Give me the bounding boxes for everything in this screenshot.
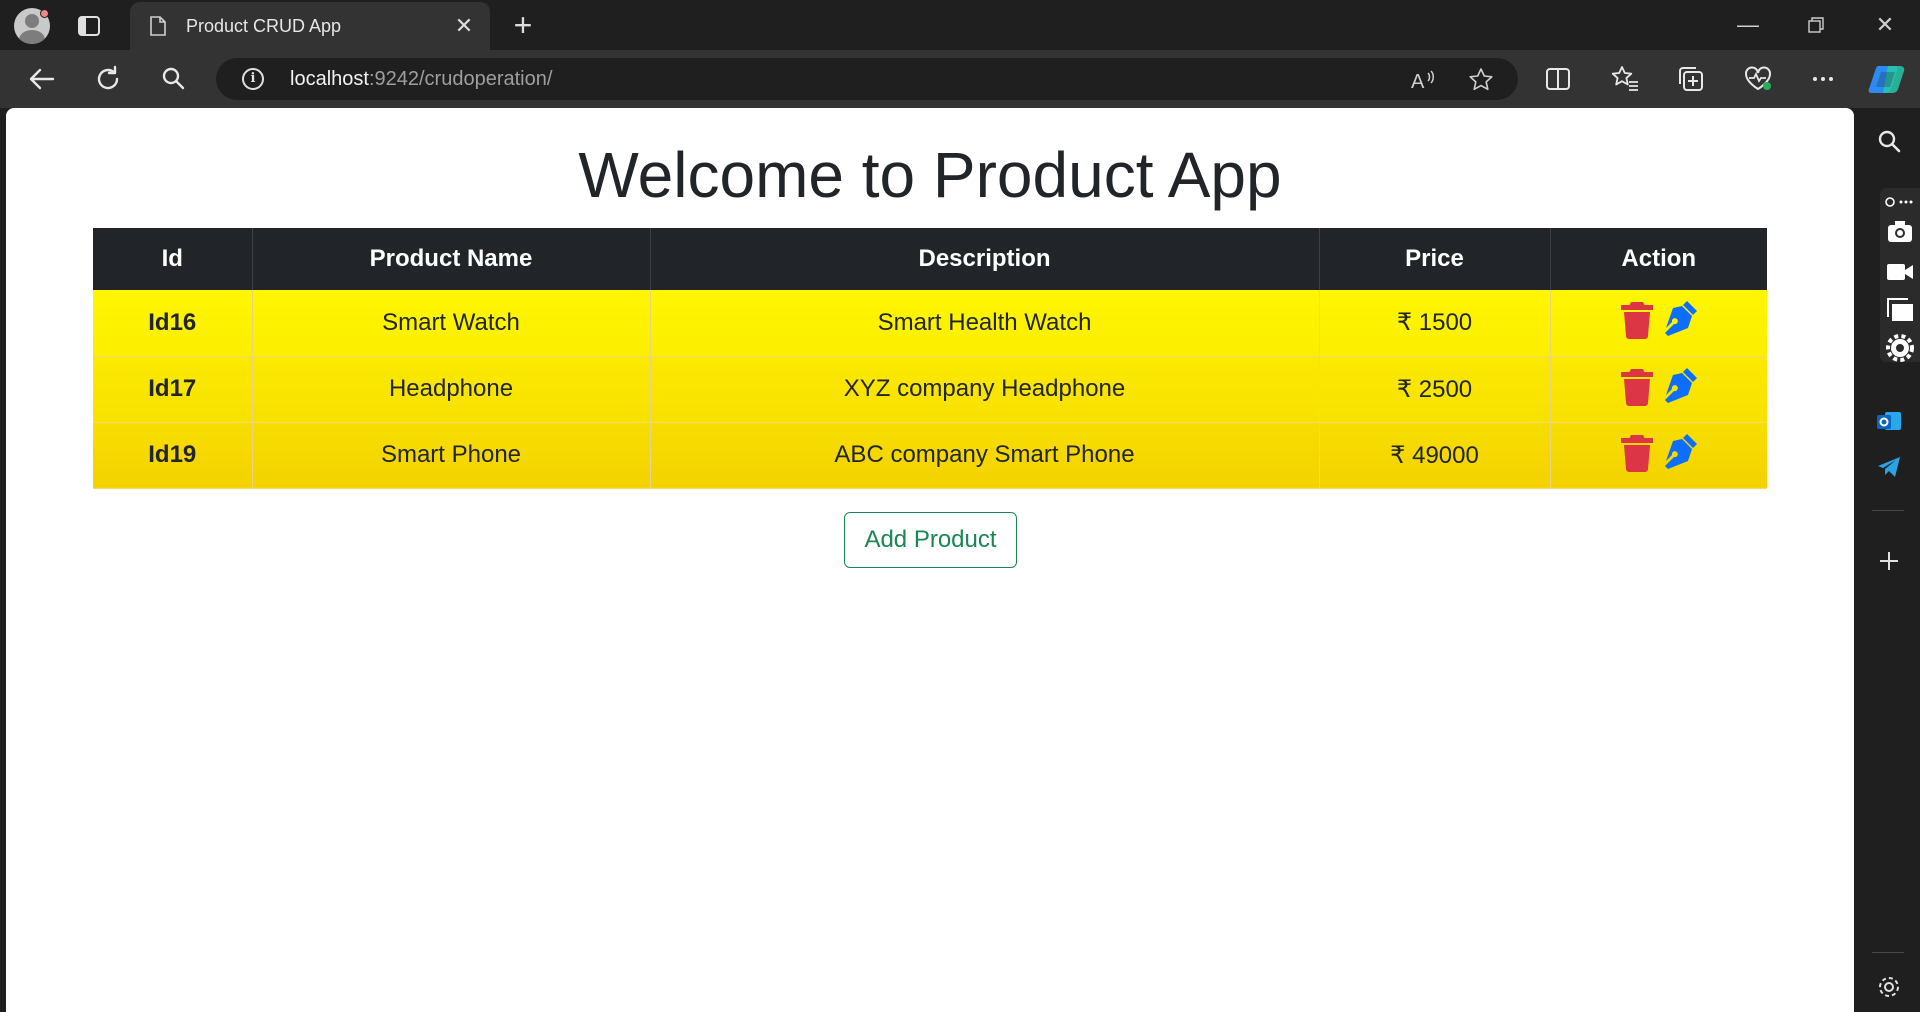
favorite-star-icon[interactable] bbox=[1468, 67, 1494, 93]
minimize-icon[interactable]: — bbox=[1733, 10, 1763, 40]
capture-settings-icon[interactable] bbox=[1886, 334, 1914, 362]
tab-close-icon[interactable]: ✕ bbox=[452, 14, 476, 38]
delete-trash-icon[interactable] bbox=[1619, 299, 1655, 340]
browser-toolbar: i localhost:9242/crudoperation/ A bbox=[0, 50, 1920, 108]
cell-price: ₹ 1500 bbox=[1319, 290, 1551, 357]
edit-pen-nib-icon[interactable] bbox=[1663, 432, 1699, 472]
cell-price: ₹ 2500 bbox=[1319, 356, 1551, 423]
window-capture-icon[interactable] bbox=[1886, 296, 1914, 324]
back-icon[interactable] bbox=[27, 64, 57, 94]
col-header-description: Description bbox=[650, 228, 1320, 290]
svg-text:A: A bbox=[1411, 71, 1425, 93]
sidebar-divider-bottom bbox=[1872, 952, 1904, 953]
col-header-product-name: Product Name bbox=[252, 228, 651, 290]
collections-icon[interactable] bbox=[1676, 64, 1706, 94]
tab-actions-icon[interactable] bbox=[76, 13, 102, 39]
table-header-row: Id Product Name Description Price Action bbox=[93, 228, 1767, 290]
link-more-icon[interactable] bbox=[1884, 194, 1914, 214]
site-info-icon[interactable]: i bbox=[242, 68, 264, 90]
screen-capture-toolbar bbox=[1880, 188, 1920, 362]
add-product-button[interactable]: Add Product bbox=[844, 512, 1017, 568]
sidebar-search-icon[interactable] bbox=[1876, 128, 1902, 154]
table-row: Id16 Smart Watch Smart Health Watch ₹ 15… bbox=[93, 290, 1767, 357]
browser-tab-strip: Product CRUD App ✕ + — ✕ bbox=[0, 0, 1920, 50]
url-text[interactable]: localhost:9242/crudoperation/ bbox=[290, 68, 552, 91]
camera-icon[interactable] bbox=[1886, 218, 1914, 246]
table-row: Id17 Headphone XYZ company Headphone ₹ 2… bbox=[93, 356, 1767, 423]
delete-trash-icon[interactable] bbox=[1619, 432, 1655, 472]
cell-product-name: Smart Phone bbox=[252, 422, 651, 489]
page-icon bbox=[150, 16, 166, 36]
page-viewport: Welcome to Product App Id Product Name D… bbox=[6, 108, 1854, 1012]
page-title: Welcome to Product App bbox=[578, 139, 1282, 211]
tab-title: Product CRUD App bbox=[186, 16, 342, 36]
cell-id: Id17 bbox=[93, 356, 253, 423]
sidebar-divider bbox=[1872, 510, 1904, 511]
table-row: Id19 Smart Phone ABC company Smart Phone… bbox=[93, 422, 1767, 489]
cell-description: ABC company Smart Phone bbox=[650, 422, 1320, 489]
cell-id: Id16 bbox=[93, 290, 253, 357]
col-header-price: Price bbox=[1319, 228, 1551, 290]
profile-notification-dot bbox=[40, 9, 49, 18]
address-bar[interactable]: i localhost:9242/crudoperation/ A bbox=[216, 58, 1518, 100]
telegram-icon[interactable] bbox=[1876, 454, 1902, 480]
read-aloud-icon[interactable]: A bbox=[1410, 67, 1436, 93]
video-record-icon[interactable] bbox=[1886, 258, 1914, 286]
cell-description: XYZ company Headphone bbox=[650, 356, 1320, 423]
search-icon[interactable] bbox=[159, 64, 189, 94]
outlook-icon[interactable] bbox=[1876, 408, 1902, 434]
edit-pen-nib-icon[interactable] bbox=[1663, 299, 1699, 339]
cell-action bbox=[1550, 356, 1767, 423]
browser-essentials-icon[interactable] bbox=[1743, 64, 1773, 94]
active-tab[interactable]: Product CRUD App ✕ bbox=[130, 2, 490, 50]
cell-id: Id19 bbox=[93, 422, 253, 489]
refresh-icon[interactable] bbox=[93, 64, 123, 94]
new-tab-icon[interactable]: + bbox=[508, 9, 538, 41]
url-host: localhost bbox=[290, 68, 369, 90]
col-header-id: Id bbox=[93, 228, 253, 290]
favorites-icon[interactable] bbox=[1610, 64, 1640, 94]
close-window-icon[interactable]: ✕ bbox=[1870, 10, 1900, 40]
cell-product-name: Smart Watch bbox=[252, 290, 651, 357]
restore-icon[interactable] bbox=[1801, 10, 1831, 40]
cell-description: Smart Health Watch bbox=[650, 290, 1320, 357]
delete-trash-icon[interactable] bbox=[1619, 366, 1655, 406]
cell-action bbox=[1550, 422, 1767, 489]
split-screen-icon[interactable] bbox=[1543, 64, 1573, 94]
products-table: Id Product Name Description Price Action… bbox=[93, 228, 1767, 489]
sidebar-settings-icon[interactable] bbox=[1876, 974, 1902, 1000]
url-path: :9242/crudoperation/ bbox=[368, 68, 553, 90]
cell-product-name: Headphone bbox=[252, 356, 651, 423]
sidebar-add-icon[interactable] bbox=[1876, 548, 1902, 574]
cell-action bbox=[1550, 290, 1767, 357]
col-header-action: Action bbox=[1550, 228, 1767, 290]
edit-pen-nib-icon[interactable] bbox=[1663, 366, 1699, 406]
copilot-icon[interactable] bbox=[1868, 62, 1906, 96]
more-options-icon[interactable] bbox=[1808, 64, 1838, 94]
cell-price: ₹ 49000 bbox=[1319, 422, 1551, 489]
